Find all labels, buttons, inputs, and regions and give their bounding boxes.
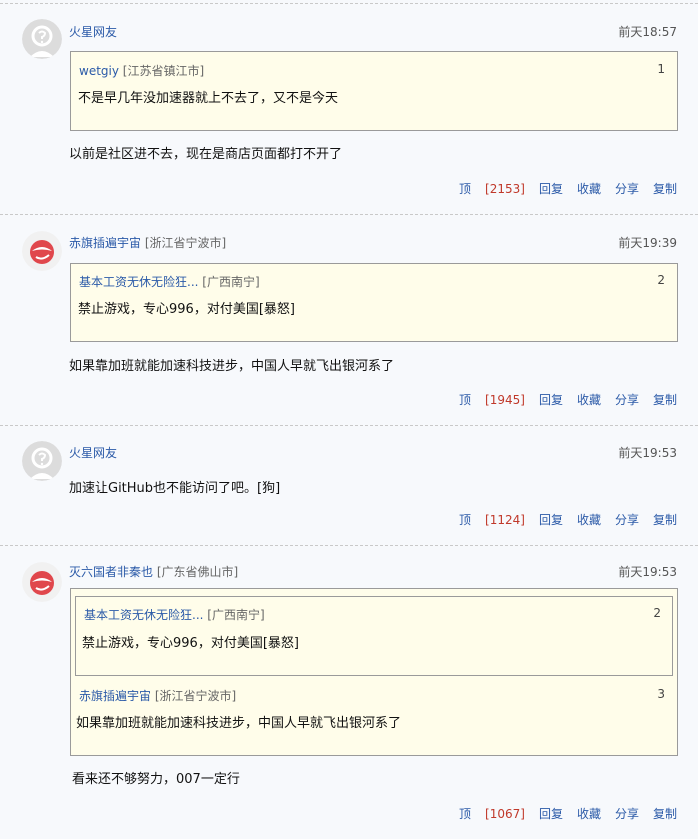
- comment-text: 以前是社区进不去，现在是商店页面都打不开了: [69, 147, 343, 162]
- upvote-button[interactable]: 顶 [1945]: [445, 393, 525, 407]
- comment-item: 火星网友 前天18:57 wetgiy [江苏省镇江市] 1 不是早几年没加速器…: [0, 3, 698, 214]
- reply-button[interactable]: 回复: [539, 182, 563, 196]
- comment-time: 前天19:39: [618, 236, 677, 250]
- comment-text: 加速让GitHub也不能访问了吧。[狗]: [69, 481, 281, 496]
- comment-item: 赤旗插遍宇宙 [浙江省宁波市] 前天19:39 基本工资无休无险狂... [广西…: [0, 214, 698, 425]
- quote-username[interactable]: 赤旗插遍宇宙 [浙江省宁波市]: [79, 687, 236, 704]
- quote-text: 不是早几年没加速器就上不去了，又不是今天: [78, 91, 339, 106]
- quote-username[interactable]: 基本工资无休无险狂... [广西南宁]: [84, 606, 265, 623]
- copy-button[interactable]: 复制: [653, 807, 677, 821]
- quote-box: wetgiy [江苏省镇江市] 1 不是早几年没加速器就上不去了，又不是今天: [70, 51, 678, 131]
- quote-box: 基本工资无休无险狂... [广西南宁] 2 禁止游戏，专心996，对付美国[暴怒…: [70, 588, 678, 756]
- reply-button[interactable]: 回复: [539, 807, 563, 821]
- quote-text: 如果靠加班就能加速科技进步，中国人早就飞出银河系了: [76, 716, 402, 731]
- comment-actions: 顶 [1067] 回复 收藏 分享 复制: [445, 805, 677, 822]
- reply-button[interactable]: 回复: [539, 513, 563, 527]
- red-logo-avatar-icon[interactable]: [22, 231, 62, 271]
- quote-username[interactable]: wetgiy [江苏省镇江市]: [79, 62, 204, 79]
- quote-floor-number: 1: [657, 62, 665, 76]
- nested-quote-box: 基本工资无休无险狂... [广西南宁] 2 禁止游戏，专心996，对付美国[暴怒…: [75, 596, 673, 676]
- copy-button[interactable]: 复制: [653, 393, 677, 407]
- comment-time: 前天19:53: [618, 565, 677, 579]
- favorite-button[interactable]: 收藏: [577, 513, 601, 527]
- comment-actions: 顶 [1124] 回复 收藏 分享 复制: [445, 511, 677, 528]
- upvote-button[interactable]: 顶 [2153]: [445, 182, 525, 196]
- comment-text: 看来还不够努力，007一定行: [72, 772, 240, 787]
- red-logo-avatar-icon[interactable]: [22, 562, 62, 602]
- reply-button[interactable]: 回复: [539, 393, 563, 407]
- comment-username[interactable]: 灭六国者非秦也 [广东省佛山市]: [69, 563, 238, 580]
- comment-text: 如果靠加班就能加速科技进步，中国人早就飞出银河系了: [69, 359, 395, 374]
- share-button[interactable]: 分享: [615, 513, 639, 527]
- favorite-button[interactable]: 收藏: [577, 393, 601, 407]
- comment-time: 前天18:57: [618, 25, 677, 39]
- quote-text: 禁止游戏，专心996，对付美国[暴怒]: [82, 636, 299, 651]
- copy-button[interactable]: 复制: [653, 513, 677, 527]
- comment-actions: 顶 [2153] 回复 收藏 分享 复制: [445, 180, 677, 197]
- upvote-button[interactable]: 顶 [1124]: [445, 513, 525, 527]
- comment-actions: 顶 [1945] 回复 收藏 分享 复制: [445, 391, 677, 408]
- quote-box: 基本工资无休无险狂... [广西南宁] 2 禁止游戏，专心996，对付美国[暴怒…: [70, 263, 678, 342]
- comment-time: 前天19:53: [618, 446, 677, 460]
- comment-item: 火星网友 前天19:53 加速让GitHub也不能访问了吧。[狗] 顶 [1124…: [0, 425, 698, 545]
- quote-username[interactable]: 基本工资无休无险狂... [广西南宁]: [79, 273, 260, 290]
- upvote-button[interactable]: 顶 [1067]: [445, 807, 525, 821]
- share-button[interactable]: 分享: [615, 807, 639, 821]
- favorite-button[interactable]: 收藏: [577, 807, 601, 821]
- comment-username[interactable]: 火星网友: [69, 444, 117, 461]
- quote-floor-number: 3: [657, 687, 665, 701]
- share-button[interactable]: 分享: [615, 182, 639, 196]
- default-avatar-icon[interactable]: [22, 441, 62, 481]
- comment-item: 灭六国者非秦也 [广东省佛山市] 前天19:53 基本工资无休无险狂... [广…: [0, 545, 698, 839]
- comment-username[interactable]: 赤旗插遍宇宙 [浙江省宁波市]: [69, 234, 226, 251]
- share-button[interactable]: 分享: [615, 393, 639, 407]
- quote-text: 禁止游戏，专心996，对付美国[暴怒]: [78, 302, 295, 317]
- copy-button[interactable]: 复制: [653, 182, 677, 196]
- quote-floor-number: 2: [653, 606, 661, 620]
- comment-username[interactable]: 火星网友: [69, 23, 117, 40]
- quote-floor-number: 2: [657, 273, 665, 287]
- favorite-button[interactable]: 收藏: [577, 182, 601, 196]
- default-avatar-icon[interactable]: [22, 19, 62, 59]
